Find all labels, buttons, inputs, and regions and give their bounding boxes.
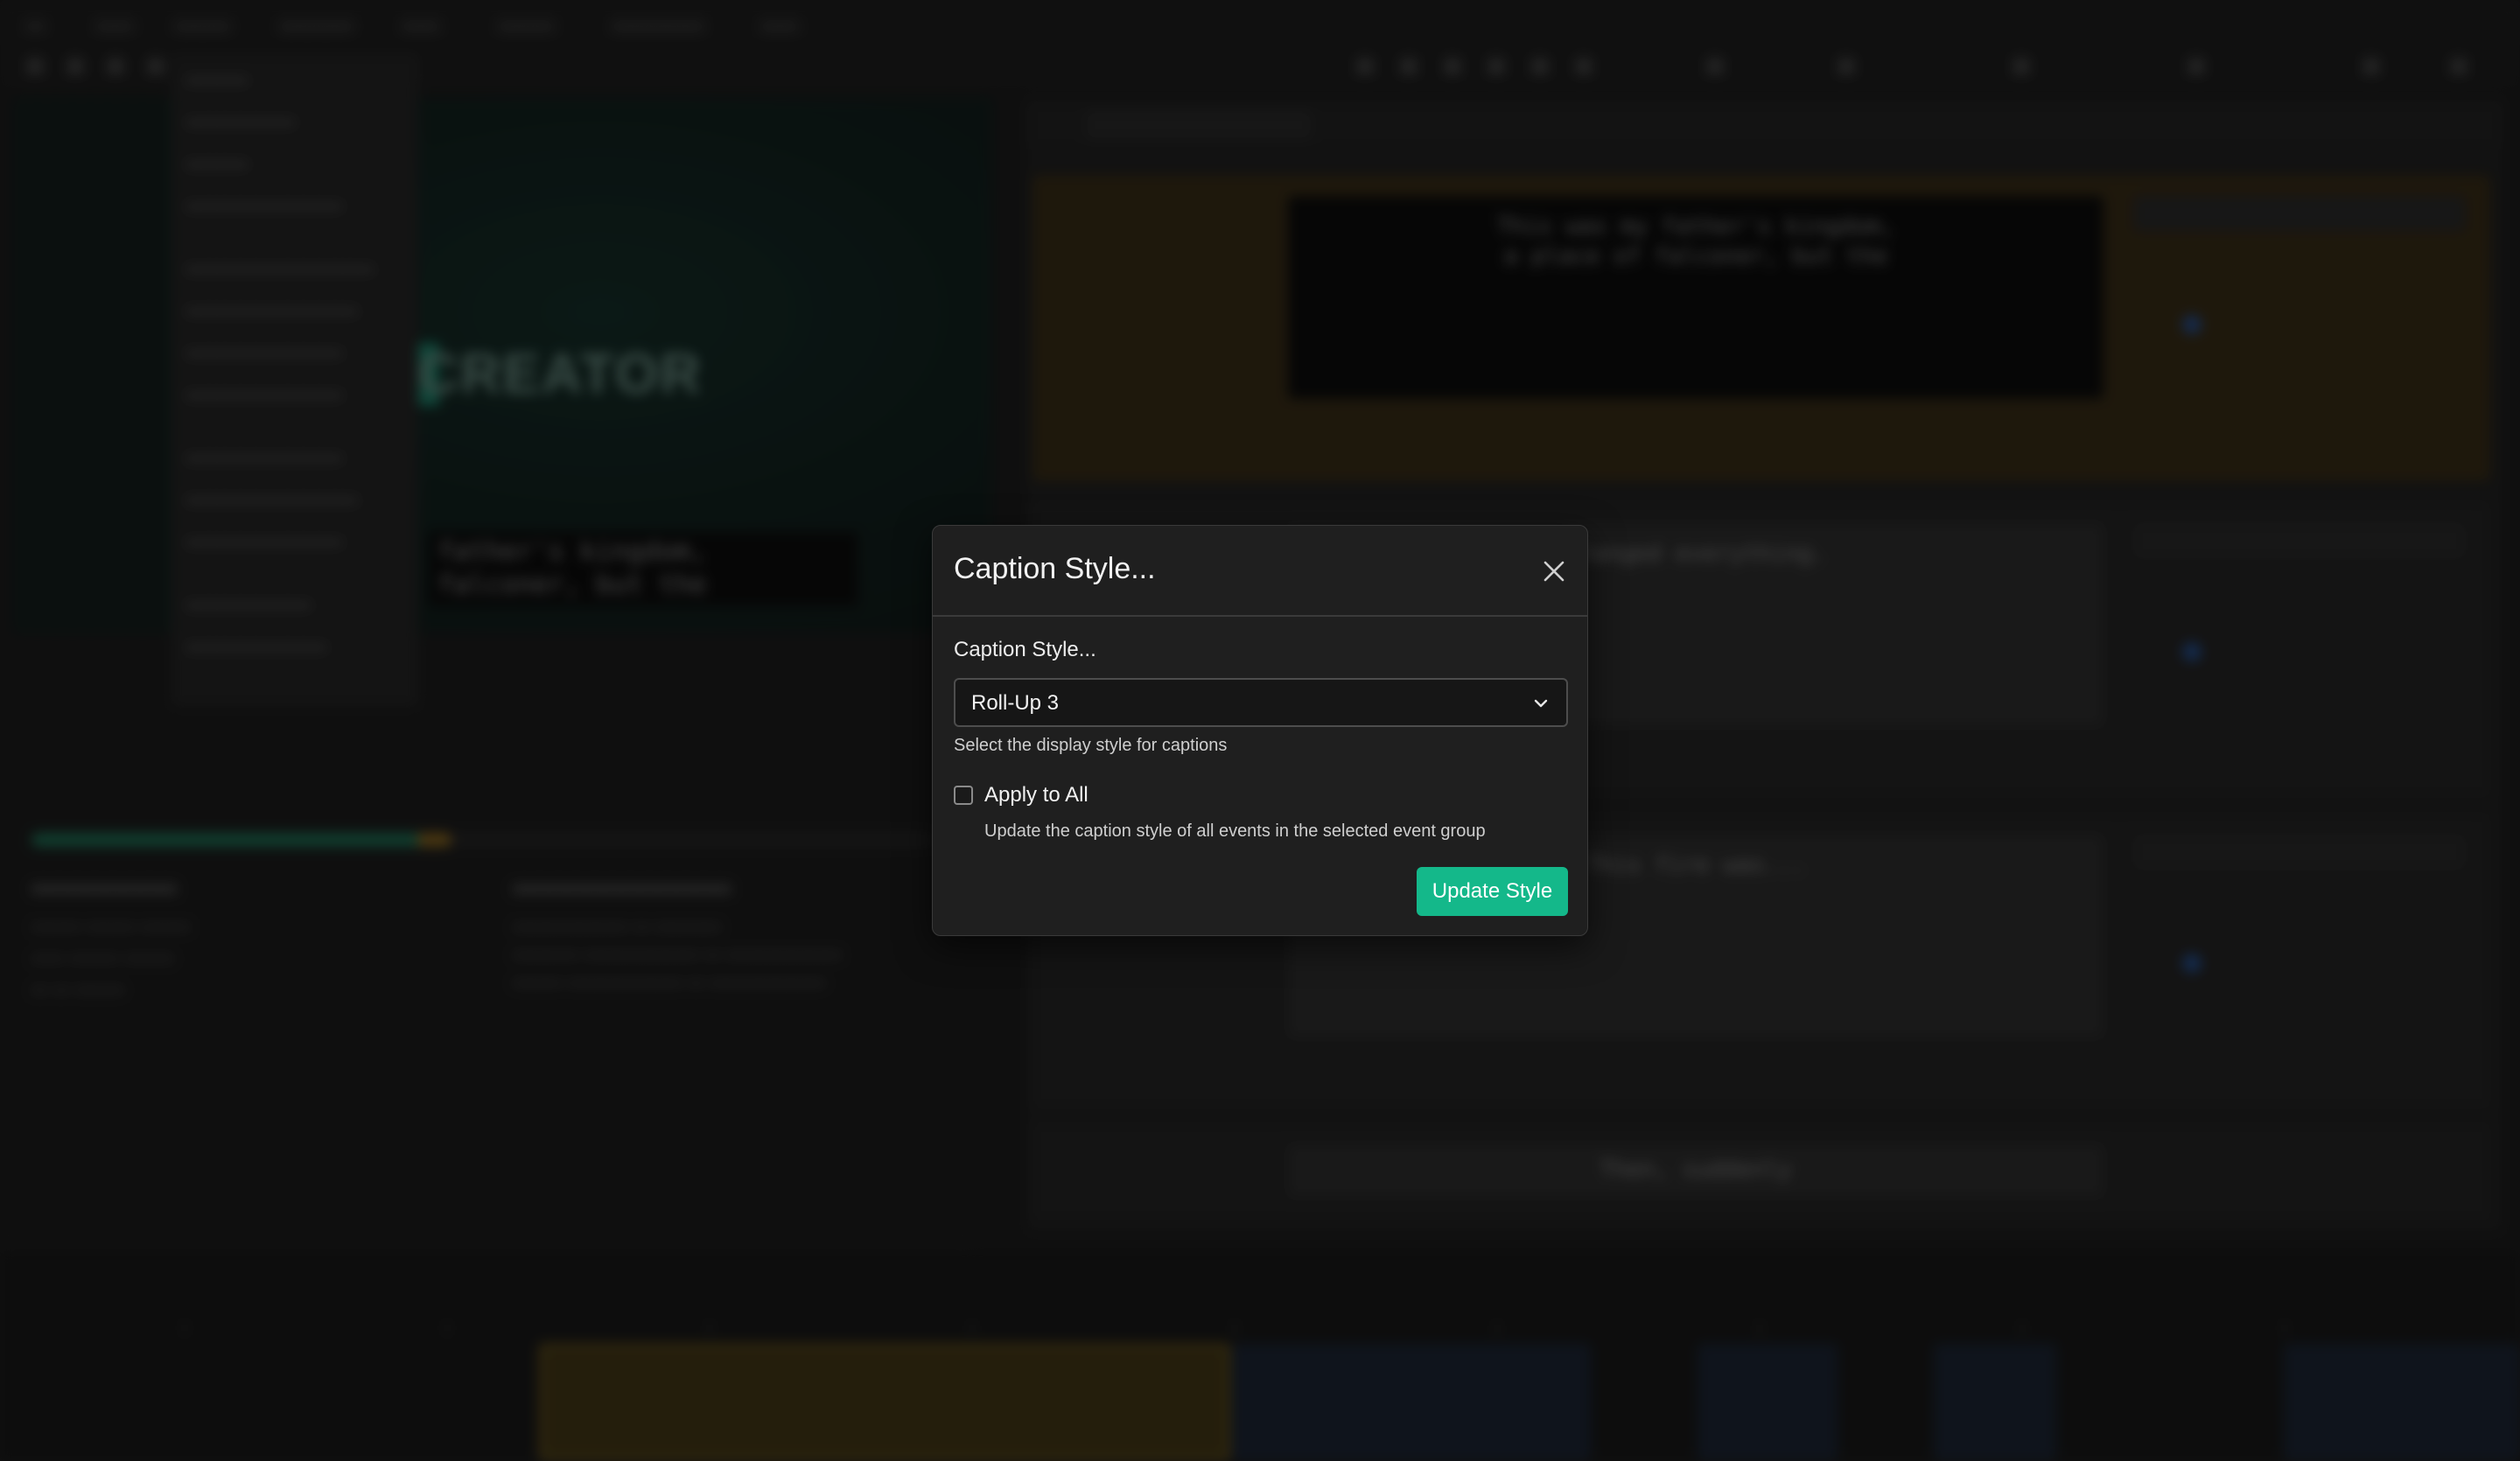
caption-style-label: Caption Style... [954,638,1096,661]
dialog-divider [933,615,1587,617]
caption-style-select[interactable]: Roll-Up 3 [954,678,1568,727]
dialog-title: Caption Style... [954,552,1156,585]
caption-style-select-value: Roll-Up 3 [971,691,1060,715]
caption-style-help: Select the display style for captions [954,736,1228,755]
apply-to-all-label[interactable]: Apply to All [984,783,1088,807]
close-icon [1544,561,1564,582]
apply-to-all-checkbox[interactable] [954,786,973,805]
close-button[interactable] [1538,556,1570,587]
chevron-down-icon [1534,699,1548,708]
apply-to-all-description: Update the caption style of all events i… [984,821,1486,841]
update-style-button[interactable]: Update Style [1417,867,1568,916]
caption-style-dialog: Caption Style... Caption Style... Roll-U… [932,525,1588,936]
